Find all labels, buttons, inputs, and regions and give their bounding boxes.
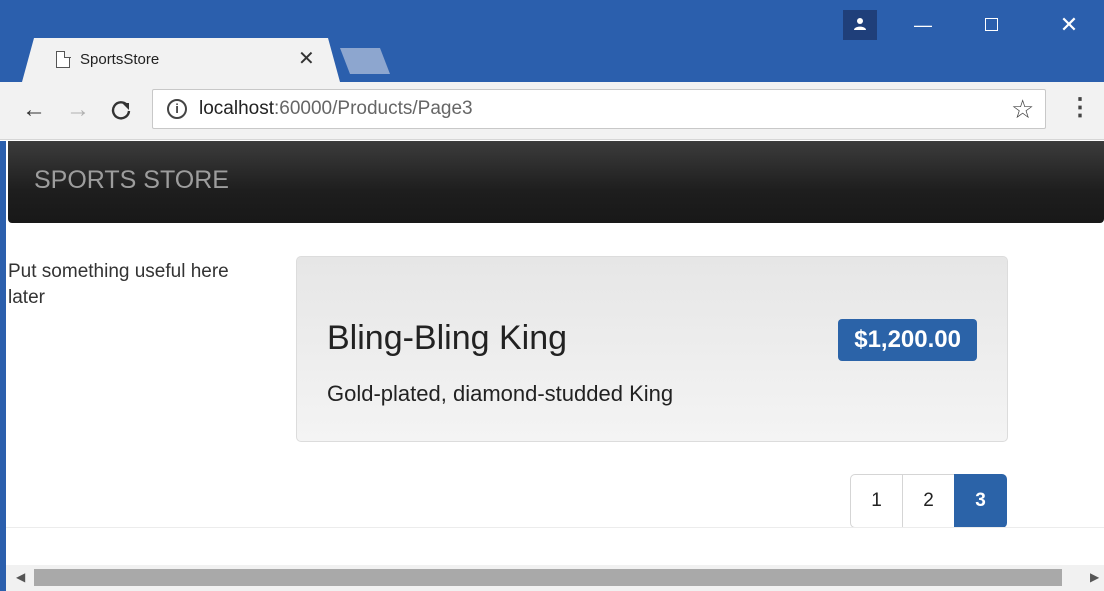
person-icon (854, 18, 866, 30)
bookmark-star-icon[interactable]: ☆ (1011, 94, 1034, 125)
scrollbar-thumb[interactable] (34, 569, 1062, 586)
browser-menu-icon[interactable]: ⋮ (1068, 94, 1092, 122)
page-link-1[interactable]: 1 (850, 474, 903, 528)
profile-button[interactable] (843, 10, 877, 40)
scroll-left-arrow-icon[interactable]: ◀ (16, 570, 25, 584)
horizontal-scrollbar[interactable]: ◀ ▶ (0, 565, 1104, 591)
product-card: Bling-Bling King $1,200.00 Gold-plated, … (296, 256, 1008, 442)
page-viewport: SPORTS STORE Put something useful here l… (0, 141, 1104, 565)
tab-close-button[interactable]: ✕ (298, 46, 315, 71)
window-close-button[interactable]: ✕ (1046, 12, 1092, 38)
url-host: localhost (199, 98, 274, 119)
reload-button[interactable] (110, 96, 132, 128)
page-icon (56, 50, 71, 68)
pagination: 1 2 3 (850, 474, 1007, 528)
window-maximize-button[interactable] (968, 12, 1014, 38)
maximize-icon (984, 18, 998, 31)
url-text[interactable]: localhost:60000/Products/Page3 (199, 98, 473, 120)
scroll-right-arrow-icon[interactable]: ▶ (1090, 570, 1099, 584)
product-description: Gold-plated, diamond-studded King (327, 381, 674, 406)
tab-title: SportsStore (80, 51, 160, 68)
page-link-3[interactable]: 3 (954, 474, 1007, 528)
address-bar[interactable]: i localhost:60000/Products/Page3 ☆ (152, 89, 1046, 129)
reload-icon (111, 101, 131, 120)
back-button[interactable]: ← (22, 96, 46, 124)
browser-tab[interactable]: SportsStore ✕ (22, 38, 340, 82)
page-link-2[interactable]: 2 (902, 474, 955, 528)
product-price-badge: $1,200.00 (838, 319, 977, 361)
content-divider (6, 527, 1104, 528)
browser-title-bar: SportsStore ✕ — ✕ (0, 0, 1104, 82)
sidebar-placeholder-text: Put something useful here later (8, 261, 229, 308)
site-navbar: SPORTS STORE (8, 141, 1104, 223)
site-info-icon[interactable]: i (167, 99, 187, 119)
url-path: :60000/Products/Page3 (274, 98, 473, 119)
new-tab-button[interactable] (340, 48, 390, 74)
forward-button[interactable]: → (66, 96, 90, 124)
site-brand[interactable]: SPORTS STORE (34, 166, 229, 195)
window-minimize-button[interactable]: — (900, 12, 946, 38)
browser-toolbar: ← → i localhost:60000/Products/Page3 ☆ ⋮ (0, 82, 1104, 140)
product-name: Bling-Bling King (327, 319, 568, 357)
